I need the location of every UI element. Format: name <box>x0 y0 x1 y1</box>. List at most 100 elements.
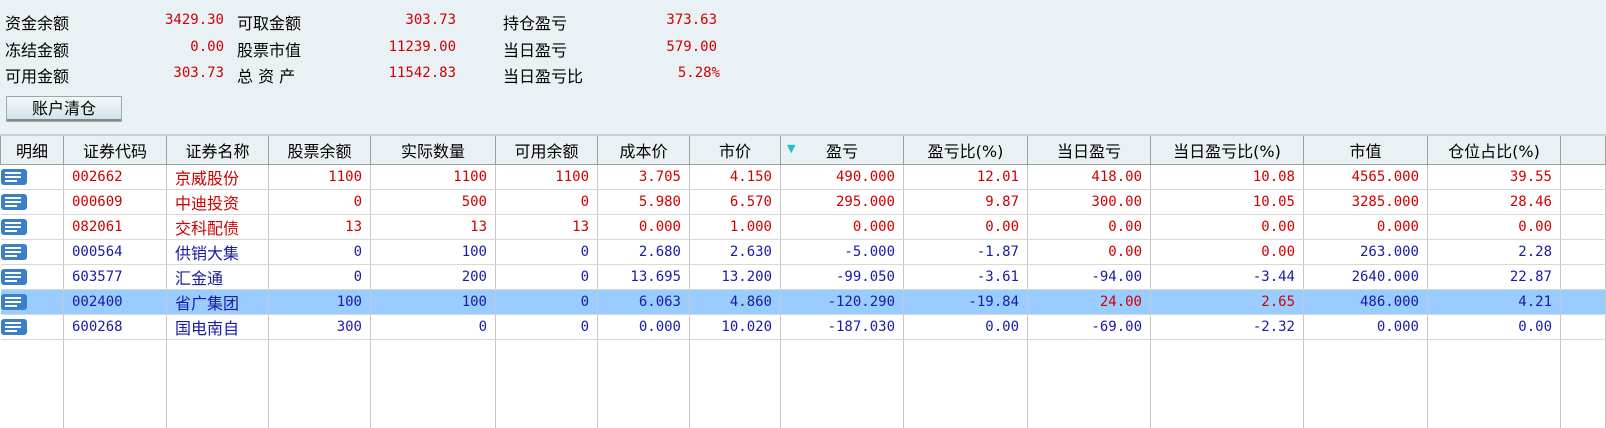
empty-cell <box>690 340 781 428</box>
column-header-stock-balance[interactable]: 股票余额 <box>269 135 371 165</box>
column-header-actual-qty[interactable]: 实际数量 <box>371 135 496 165</box>
cell-market-price: 4.150 <box>690 165 781 190</box>
table-row[interactable]: 603577汇金通0200013.69513.200-99.050-3.61-9… <box>1 265 1606 290</box>
column-header-position-ratio[interactable]: 仓位占比(%) <box>1428 135 1561 165</box>
sort-desc-icon: ▼ <box>787 142 795 155</box>
value-position-pnl: 373.63 <box>666 12 717 28</box>
label-frozen: 冻结金额 <box>5 37 69 61</box>
detail-cell[interactable] <box>1 190 64 215</box>
cell-daily-pnl: 0.00 <box>1028 215 1151 240</box>
cell-extra <box>1561 190 1606 215</box>
cell-name: 供销大集 <box>167 240 269 265</box>
detail-cell[interactable] <box>1 265 64 290</box>
empty-cell <box>1028 340 1151 428</box>
detail-cell[interactable] <box>1 290 64 315</box>
cell-code: 002662 <box>64 165 167 190</box>
column-header-pnl[interactable]: ▼盈亏 <box>781 135 904 165</box>
column-header-pnl-ratio[interactable]: 盈亏比(%) <box>904 135 1028 165</box>
detail-list-icon[interactable] <box>1 169 27 185</box>
cell-name: 省广集团 <box>167 290 269 315</box>
cell-extra <box>1561 215 1606 240</box>
column-header-label: 市价 <box>719 142 751 161</box>
column-header-market-value[interactable]: 市值 <box>1304 135 1428 165</box>
detail-cell[interactable] <box>1 315 64 340</box>
empty-cell <box>1561 340 1606 428</box>
cell-pnl: -120.290 <box>781 290 904 315</box>
column-header-daily-pnl[interactable]: 当日盈亏 <box>1028 135 1151 165</box>
column-header-label: 成本价 <box>619 142 667 161</box>
cell-pnl-ratio: 0.00 <box>904 315 1028 340</box>
value-withdrawable: 303.73 <box>405 12 456 28</box>
clear-account-button[interactable]: 账户清仓 <box>6 96 122 122</box>
empty-cell <box>1151 340 1304 428</box>
detail-cell[interactable] <box>1 165 64 190</box>
cell-available-qty: 0 <box>496 265 598 290</box>
cell-pnl-ratio: 0.00 <box>904 215 1028 240</box>
cell-pnl: -5.000 <box>781 240 904 265</box>
table-row[interactable]: 000564供销大集010002.6802.630-5.000-1.870.00… <box>1 240 1606 265</box>
detail-list-icon[interactable] <box>1 319 27 335</box>
table-row[interactable]: 002662京威股份1100110011003.7054.150490.0001… <box>1 165 1606 190</box>
cell-daily-pnl: 300.00 <box>1028 190 1151 215</box>
column-header-detail[interactable]: 明细 <box>1 135 64 165</box>
cell-cost-price: 0.000 <box>598 215 690 240</box>
cell-position-ratio: 28.46 <box>1428 190 1561 215</box>
cell-available-qty: 0 <box>496 190 598 215</box>
cell-name: 汇金通 <box>167 265 269 290</box>
cell-market-value: 2640.000 <box>1304 265 1428 290</box>
detail-list-icon[interactable] <box>1 294 27 310</box>
cell-market-value: 3285.000 <box>1304 190 1428 215</box>
cell-stock-balance: 13 <box>269 215 371 240</box>
cell-available-qty: 0 <box>496 240 598 265</box>
empty-cell <box>1304 340 1428 428</box>
empty-cell <box>496 340 598 428</box>
cell-market-price: 13.200 <box>690 265 781 290</box>
empty-cell <box>781 340 904 428</box>
cell-daily-pnl-ratio: 0.00 <box>1151 215 1304 240</box>
cell-stock-balance: 1100 <box>269 165 371 190</box>
cell-cost-price: 5.980 <box>598 190 690 215</box>
empty-cell <box>371 340 496 428</box>
cell-available-qty: 0 <box>496 315 598 340</box>
value-daily-pnl-ratio: 5.28% <box>678 65 720 81</box>
column-header-code[interactable]: 证券代码 <box>64 135 167 165</box>
cell-pnl: 490.000 <box>781 165 904 190</box>
detail-list-icon[interactable] <box>1 219 27 235</box>
detail-cell[interactable] <box>1 215 64 240</box>
detail-list-icon[interactable] <box>1 244 27 260</box>
cell-market-value: 263.000 <box>1304 240 1428 265</box>
empty-cell <box>1428 340 1561 428</box>
cell-cost-price: 13.695 <box>598 265 690 290</box>
column-header-available-qty[interactable]: 可用余额 <box>496 135 598 165</box>
value-daily-pnl: 579.00 <box>666 39 717 55</box>
table-row[interactable]: 082061交科配债1313130.0001.0000.0000.000.000… <box>1 215 1606 240</box>
cell-market-price: 6.570 <box>690 190 781 215</box>
empty-cell <box>167 340 269 428</box>
detail-cell[interactable] <box>1 240 64 265</box>
detail-list-icon[interactable] <box>1 269 27 285</box>
column-header-cost-price[interactable]: 成本价 <box>598 135 690 165</box>
empty-cell <box>269 340 371 428</box>
cell-pnl: -99.050 <box>781 265 904 290</box>
label-stock-value: 股票市值 <box>237 37 301 61</box>
table-row[interactable]: 600268国电南自300000.00010.020-187.0300.00-6… <box>1 315 1606 340</box>
label-position-pnl: 持仓盈亏 <box>503 10 567 34</box>
cell-daily-pnl: 0.00 <box>1028 240 1151 265</box>
table-row[interactable]: 000609中迪投资050005.9806.570295.0009.87300.… <box>1 190 1606 215</box>
cell-available-qty: 0 <box>496 290 598 315</box>
cell-daily-pnl-ratio: 10.05 <box>1151 190 1304 215</box>
label-fund-balance: 资金余额 <box>5 10 69 34</box>
cell-pnl-ratio: -19.84 <box>904 290 1028 315</box>
cell-daily-pnl: -94.00 <box>1028 265 1151 290</box>
empty-cell <box>64 340 167 428</box>
column-header-label: 盈亏比(%) <box>928 142 1004 161</box>
cell-cost-price: 0.000 <box>598 315 690 340</box>
table-row[interactable]: 002400省广集团10010006.0634.860-120.290-19.8… <box>1 290 1606 315</box>
detail-list-icon[interactable] <box>1 194 27 210</box>
column-header-daily-pnl-ratio[interactable]: 当日盈亏比(%) <box>1151 135 1304 165</box>
cell-position-ratio: 22.87 <box>1428 265 1561 290</box>
column-header-market-price[interactable]: 市价 <box>690 135 781 165</box>
column-header-name[interactable]: 证券名称 <box>167 135 269 165</box>
empty-cell <box>1 340 64 428</box>
cell-stock-balance: 0 <box>269 190 371 215</box>
